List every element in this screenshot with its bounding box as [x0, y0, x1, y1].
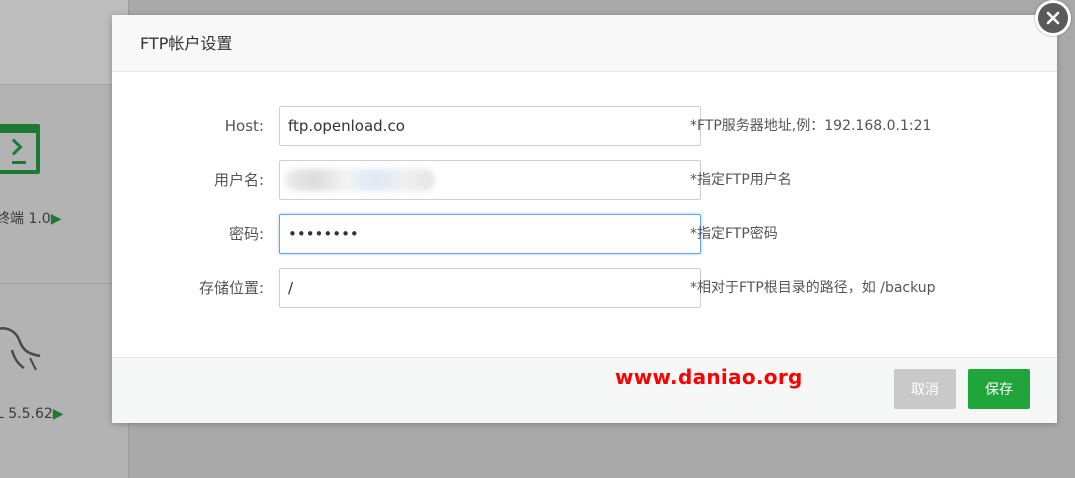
save-button[interactable]: 保存: [968, 369, 1030, 409]
mysql-dolphin-icon: [0, 327, 41, 371]
mysql-app-label: L 5.5.62▶: [0, 406, 64, 422]
background-topbar: [0, 0, 128, 85]
terminal-app-name: 终端 1.0: [0, 211, 51, 227]
background-divider: [0, 283, 128, 284]
host-hint: *FTP服务器地址,例：192.168.0.1:21: [690, 118, 932, 134]
username-label: 用户名:: [213, 171, 264, 189]
play-arrow-icon: ▶: [50, 211, 62, 227]
password-hint: *指定FTP密码: [690, 226, 778, 242]
dialog-footer: www.daniao.org 取消 保存: [112, 357, 1057, 423]
host-label: Host:: [224, 117, 264, 135]
username-redaction-blur: [285, 169, 435, 191]
username-hint: *指定FTP用户名: [690, 172, 792, 188]
storage-path-label: 存储位置:: [198, 279, 264, 297]
password-input[interactable]: [279, 214, 701, 254]
form-row-storage-path: 存储位置: *相对于FTP根目录的路径，如 /backup: [112, 268, 1057, 308]
close-button[interactable]: [1035, 0, 1071, 36]
page: 终端 1.0▶ L 5.5.62▶ FTP帐户设置 Host: *FTP服务器地…: [0, 0, 1075, 478]
dialog-header: FTP帐户设置: [112, 15, 1057, 72]
play-arrow-icon: ▶: [52, 406, 64, 422]
password-label: 密码:: [228, 225, 264, 243]
dialog-title: FTP帐户设置: [140, 34, 233, 53]
storage-path-hint: *相对于FTP根目录的路径，如 /backup: [690, 280, 936, 296]
form-row-host: Host: *FTP服务器地址,例：192.168.0.1:21: [112, 106, 1057, 146]
close-icon: [1046, 11, 1060, 25]
watermark-text: www.daniao.org: [615, 365, 803, 389]
terminal-app-label: 终端 1.0▶: [0, 208, 62, 228]
storage-path-input[interactable]: [279, 268, 701, 308]
mysql-app-name: L 5.5.62: [0, 406, 53, 422]
terminal-icon: [0, 124, 40, 174]
form-row-username: 用户名: *指定FTP用户名: [112, 160, 1057, 200]
cancel-button[interactable]: 取消: [894, 369, 956, 409]
host-input[interactable]: [279, 106, 701, 146]
form-row-password: 密码: *指定FTP密码: [112, 214, 1057, 254]
ftp-account-dialog: FTP帐户设置 Host: *FTP服务器地址,例：192.168.0.1:21…: [112, 15, 1057, 423]
